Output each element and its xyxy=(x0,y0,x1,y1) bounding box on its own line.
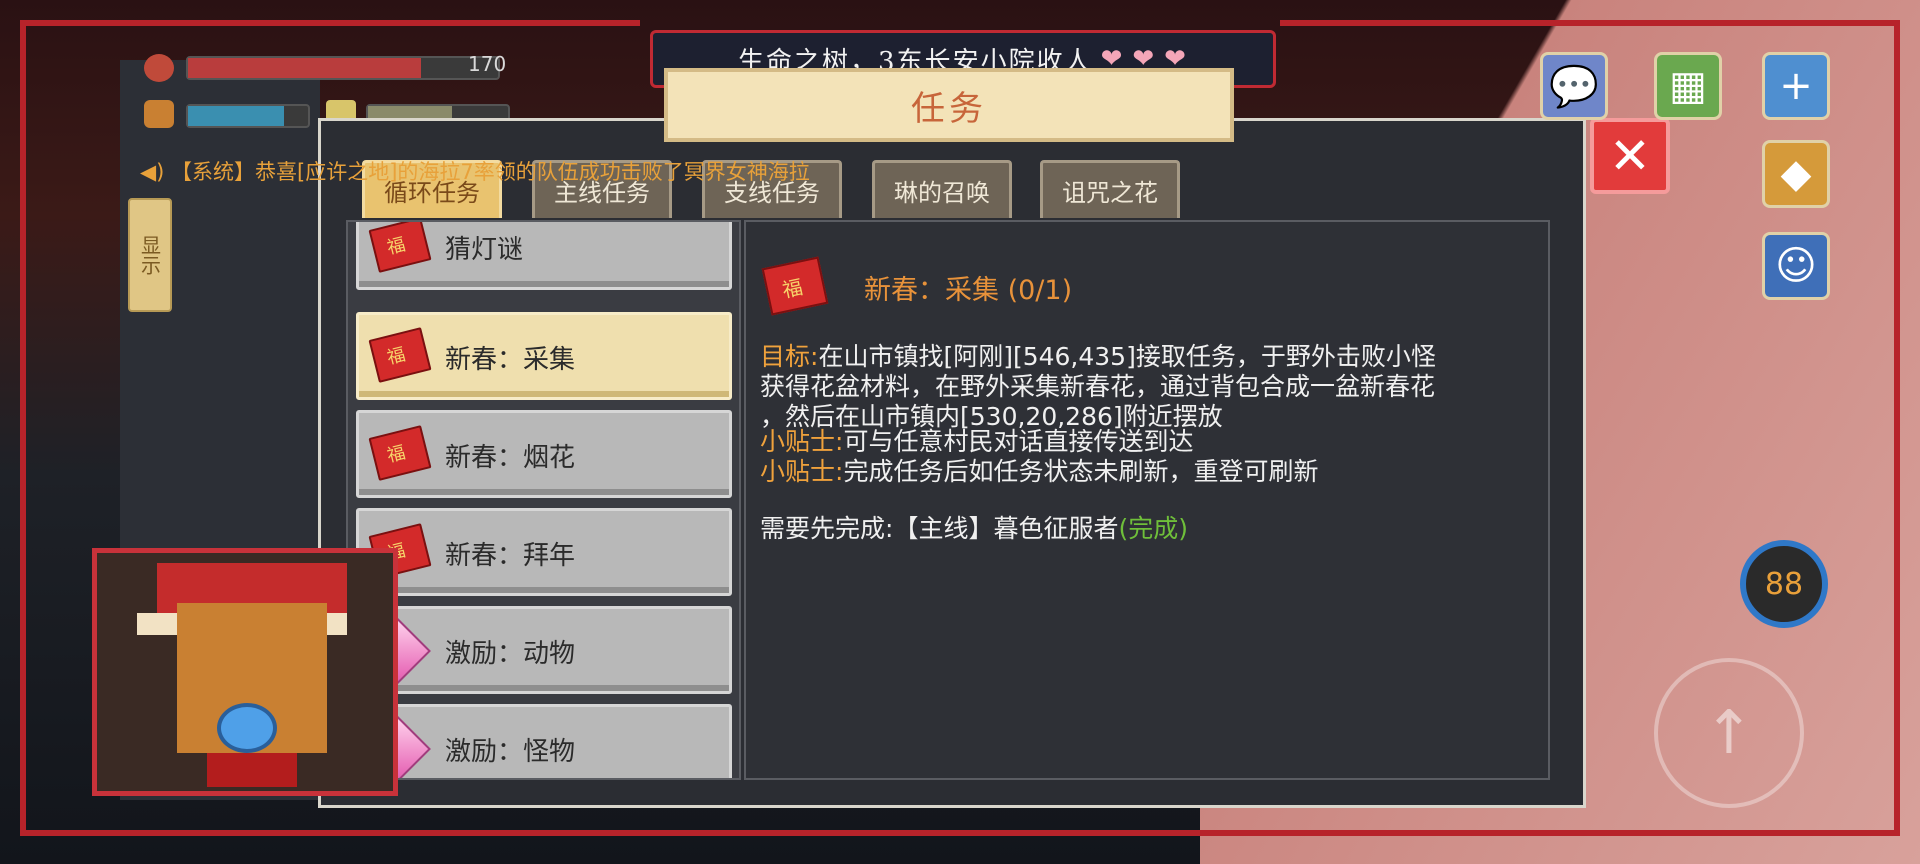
shop-icon[interactable]: ▦ xyxy=(1654,52,1722,120)
show-toggle-button[interactable]: 显示 xyxy=(128,198,172,312)
tip-line-2: 小贴士:完成任务后如任务状态未刷新，重登可刷新 xyxy=(760,457,1318,487)
hp-icon xyxy=(144,54,174,82)
goal-label: 目标: xyxy=(760,342,819,371)
prereq-status: (完成) xyxy=(1118,514,1188,543)
prereq-value: 【主线】暮色征服者 xyxy=(893,514,1119,543)
panel-title: 任务 xyxy=(664,68,1234,142)
list-item-label: 激励：动物 xyxy=(445,639,576,669)
list-item[interactable]: 新春：烟花 xyxy=(356,410,732,498)
goal-line-1: 目标:在山市镇找[阿刚][546,435]接取任务，于野外击败小怪 xyxy=(760,342,1436,372)
list-item-label: 新春：采集 xyxy=(445,345,576,375)
tip-text: 可与任意村民对话直接传送到达 xyxy=(843,427,1194,456)
hunger-icon xyxy=(144,100,174,128)
list-item-label: 新春：烟花 xyxy=(445,443,576,473)
list-item[interactable]: 激励：怪物 xyxy=(356,704,732,778)
list-item[interactable]: 新春：采集 xyxy=(356,312,732,400)
pacifier xyxy=(217,703,277,753)
tip-line-1: 小贴士:可与任意村民对话直接传送到达 xyxy=(760,427,1193,457)
tip-text: 完成任务后如任务状态未刷新，重登可刷新 xyxy=(843,457,1319,486)
goal-text: 在山市镇找[阿刚][546,435]接取任务，于野外击败小怪 xyxy=(818,342,1436,371)
list-item-label: 激励：怪物 xyxy=(445,737,576,767)
bow-tie xyxy=(207,753,297,787)
red-envelope-icon xyxy=(368,425,432,481)
tip-label: 小贴士: xyxy=(760,457,844,486)
goal-line-2: 获得花盆材料，在野外采集新春花，通过背包合成一盆新春花 xyxy=(760,372,1436,401)
red-envelope-icon xyxy=(368,327,432,383)
plus-icon[interactable]: + xyxy=(1762,52,1830,120)
arrow-up-icon: ↑ xyxy=(1703,698,1755,768)
tip-label: 小贴士: xyxy=(760,427,844,456)
speaker-icon: ◀) xyxy=(140,160,165,184)
blocks-icon[interactable]: ◆ xyxy=(1762,140,1830,208)
badge-icon[interactable]: ☺ xyxy=(1762,232,1830,300)
announcement-text: 【系统】恭喜[应许之地]的海拉7率领的队伍成功击败了冥界女神海拉 xyxy=(171,160,810,184)
prereq-label: 需要先完成: xyxy=(760,514,894,543)
frame-top-right xyxy=(1280,20,1900,26)
hunger-bar xyxy=(186,104,310,128)
webcam-avatar xyxy=(92,548,398,796)
close-icon: ✕ xyxy=(1609,127,1651,185)
frame-right xyxy=(1894,20,1900,836)
frame-bottom xyxy=(20,830,1900,836)
prerequisite-line: 需要先完成:【主线】暮色征服者(完成) xyxy=(760,514,1188,544)
frame-left xyxy=(20,20,26,836)
jump-button[interactable]: ↑ xyxy=(1654,658,1804,808)
system-announcement: ◀) 【系统】恭喜[应许之地]的海拉7率领的队伍成功击败了冥界女神海拉 xyxy=(140,156,810,186)
detail-title: 新春：采集 (0/1) xyxy=(864,275,1073,306)
close-button[interactable]: ✕ xyxy=(1590,118,1670,194)
level-indicator: 88 xyxy=(1740,540,1828,628)
list-item-label: 猜灯谜 xyxy=(445,235,524,265)
hp-bar xyxy=(186,56,500,80)
task-list[interactable]: 猜灯谜 新春：采集 新春：烟花 新春：拜年 激励：动物 激励：怪物 xyxy=(346,220,741,780)
tab-curse-flower[interactable]: 诅咒之花 xyxy=(1040,160,1180,218)
hp-value: 170 xyxy=(468,52,507,76)
frame-top-left xyxy=(20,20,640,26)
tab-lin-summon[interactable]: 琳的召唤 xyxy=(872,160,1012,218)
red-envelope-icon xyxy=(368,222,432,273)
chat-icon[interactable]: 💬 xyxy=(1540,52,1608,120)
list-item[interactable]: 猜灯谜 xyxy=(356,222,732,290)
list-item[interactable]: 新春：拜年 xyxy=(356,508,732,596)
list-item-label: 新春：拜年 xyxy=(445,541,576,571)
list-item[interactable]: 激励：动物 xyxy=(356,606,732,694)
